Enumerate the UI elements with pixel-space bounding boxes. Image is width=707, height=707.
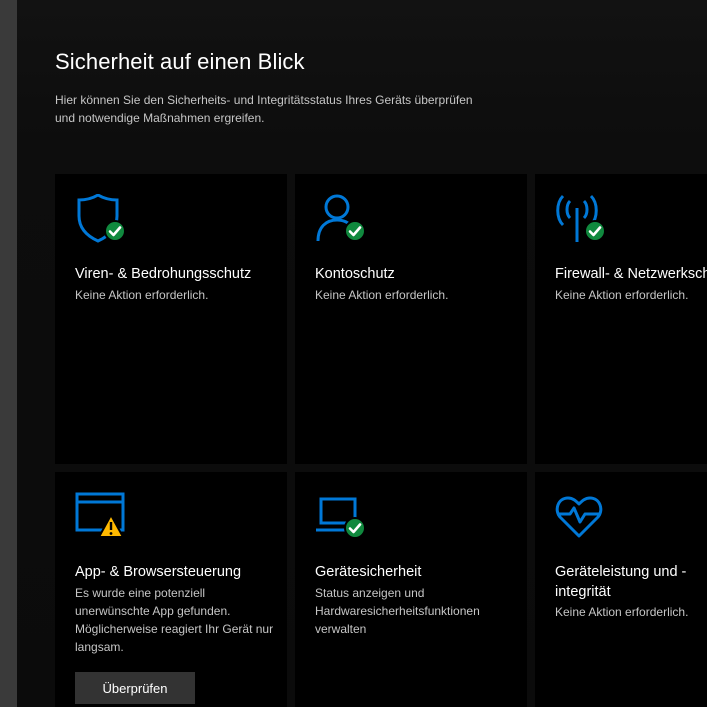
tile-account-protection[interactable]: Kontoschutz Keine Aktion erforderlich.	[295, 174, 527, 464]
tile-status-text: Keine Aktion erforderlich.	[75, 288, 209, 302]
warning-badge-icon	[98, 514, 124, 538]
check-badge-icon	[104, 220, 126, 242]
tile-title: Geräteleistung und -integrität	[555, 564, 687, 600]
security-app-window: Sicherheit auf einen Blick Hier können S…	[0, 0, 707, 707]
page-title: Sicherheit auf einen Blick	[55, 49, 305, 74]
tile-virus-threat-protection[interactable]: Viren- & Bedrohungsschutz Keine Aktion e…	[55, 174, 287, 464]
shield-icon	[77, 194, 126, 243]
check-badge-icon	[344, 220, 366, 242]
tile-device-performance-health[interactable]: Geräteleistung und -integrität Keine Akt…	[535, 472, 707, 707]
person-icon	[316, 194, 366, 242]
navigation-strip	[0, 0, 17, 707]
tile-device-security[interactable]: Gerätesicherheit Status anzeigen und Har…	[295, 472, 527, 707]
check-badge-icon	[584, 220, 606, 242]
tile-status-text: Keine Aktion erforderlich.	[555, 605, 689, 619]
check-badge-icon	[344, 517, 366, 539]
tile-status-text: Keine Aktion erforderlich.	[315, 288, 449, 302]
tile-title: Kontoschutz	[315, 266, 395, 282]
page-description: Hier können Sie den Sicherheits- und Int…	[55, 93, 473, 125]
tile-title: App- & Browsersteuerung	[75, 564, 242, 580]
tile-title: Gerätesicherheit	[315, 564, 422, 580]
tile-status-text: Es wurde eine potenziell unerwünschte Ap…	[75, 586, 274, 654]
laptop-icon	[316, 497, 366, 539]
tile-firewall-network-protection[interactable]: Firewall- & Netzwerkschutz Keine Aktion …	[535, 174, 707, 464]
tile-app-browser-control[interactable]: App- & Browsersteuerung Es wurde eine po…	[55, 472, 287, 707]
app-browser-window-icon	[75, 492, 125, 538]
tile-title: Viren- & Bedrohungsschutz	[75, 266, 252, 282]
tile-status-text: Keine Aktion erforderlich.	[555, 288, 689, 302]
tile-status-text: Status anzeigen und Hardwaresicherheitsf…	[315, 586, 480, 636]
main-content: Sicherheit auf einen Blick Hier können S…	[17, 0, 707, 707]
tile-title: Firewall- & Netzwerkschutz	[555, 266, 707, 282]
heart-pulse-icon	[555, 496, 603, 538]
wireless-antenna-icon	[556, 194, 606, 242]
review-button[interactable]: Überprüfen	[75, 672, 195, 704]
